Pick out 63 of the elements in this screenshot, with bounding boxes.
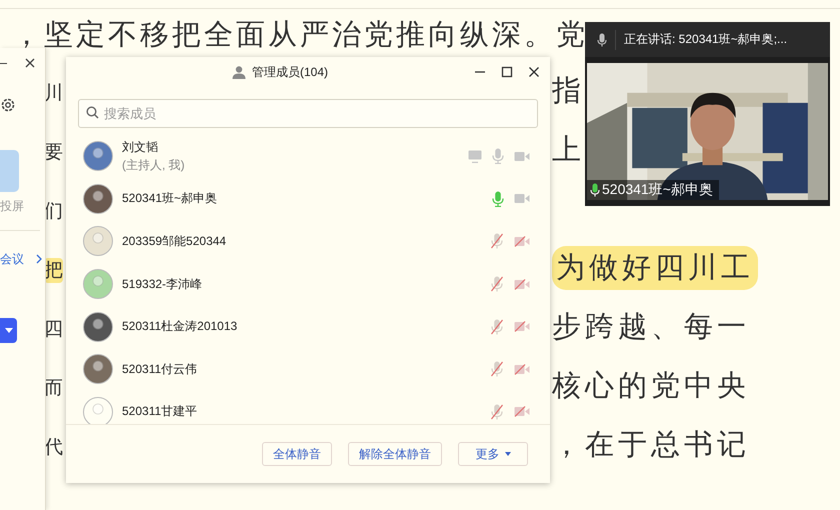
document-text: 要	[44, 142, 63, 163]
member-name: 519332-李沛峰	[122, 276, 204, 293]
document-text: 步跨越、每一	[552, 310, 750, 344]
dialog-title: 管理成员(104)	[252, 64, 328, 80]
document-text: 们	[44, 201, 63, 222]
close-icon[interactable]	[25, 58, 35, 68]
document-text: 上	[552, 132, 585, 168]
document-text: 指	[552, 74, 585, 108]
document-text: 核心的党中央	[552, 368, 750, 404]
close-icon[interactable]	[528, 66, 540, 78]
member-name: 520311甘建平	[122, 403, 198, 420]
settings-icon[interactable]	[0, 97, 16, 113]
member-name: 203359邹能520344	[122, 232, 228, 250]
muted-microphone-icon[interactable]	[490, 404, 504, 420]
maximize-icon[interactable]	[501, 66, 513, 78]
muted-microphone-icon[interactable]	[490, 276, 504, 292]
document-text: ，在于总书记	[552, 428, 750, 462]
microphone-icon	[597, 32, 607, 46]
avatar	[83, 141, 113, 172]
document-text: 代	[44, 437, 63, 458]
participant-name: 520341班~郝申奥	[602, 181, 713, 199]
camera-off-icon[interactable]	[514, 236, 530, 247]
share-tile-icon[interactable]	[0, 150, 19, 192]
avatar	[83, 396, 113, 424]
member-role: (主持人, 我)	[122, 156, 186, 174]
document-text: 四	[44, 319, 63, 340]
muted-microphone-icon[interactable]	[490, 318, 504, 335]
document-text: 为做好四川工	[552, 246, 758, 290]
member-name: 520311付云伟	[122, 360, 198, 378]
avatar	[83, 184, 113, 214]
mute-button[interactable]: 全体静音	[262, 442, 332, 466]
meeting-link[interactable]: 会议	[0, 251, 24, 268]
muted-microphone-icon[interactable]	[490, 361, 504, 378]
document-text: 川	[44, 83, 63, 104]
microphone-icon	[590, 183, 600, 197]
person-icon	[232, 66, 246, 78]
avatar	[83, 269, 113, 300]
member-name: 520311杜金涛201013	[122, 318, 238, 336]
camera-off-icon[interactable]	[514, 278, 530, 290]
chevron-right-icon[interactable]	[36, 254, 42, 264]
search-field[interactable]: 搜索成员	[78, 99, 538, 128]
camera-icon[interactable]	[514, 193, 530, 204]
document-text: ，坚定不移把全面从严治党推向纵深。党	[12, 18, 588, 53]
member-name: 520341班~郝申奥	[122, 190, 218, 208]
dropdown-button[interactable]	[0, 318, 17, 343]
more-menu-button[interactable]: 更多	[458, 442, 528, 466]
avatar	[83, 226, 113, 256]
screen-share-icon[interactable]	[468, 150, 482, 163]
share-label: 投屏	[0, 198, 24, 215]
microphone-icon[interactable]	[492, 190, 504, 207]
camera-icon[interactable]	[514, 150, 530, 162]
avatar	[83, 354, 113, 384]
camera-off-icon[interactable]	[514, 321, 530, 332]
member-name: 刘文韬	[122, 138, 159, 156]
camera-off-icon[interactable]	[514, 364, 530, 375]
avatar	[83, 312, 113, 342]
speaker-status: 正在讲话: 520341班~郝申奥;...	[624, 31, 788, 48]
microphone-icon[interactable]	[492, 148, 504, 164]
document-text: 而	[44, 378, 63, 399]
search-icon	[86, 106, 99, 119]
mute-button[interactable]: 解除全体静音	[348, 442, 442, 466]
camera-off-icon[interactable]	[514, 406, 530, 418]
muted-microphone-icon[interactable]	[490, 233, 504, 250]
